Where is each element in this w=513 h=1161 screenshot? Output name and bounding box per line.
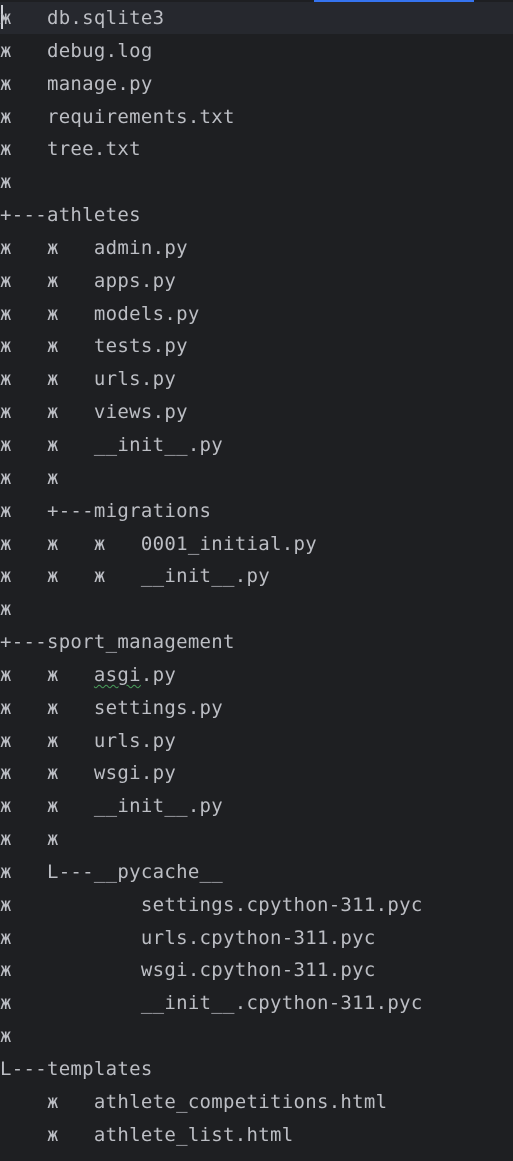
- code-line[interactable]: ж tree.txt: [0, 133, 423, 166]
- code-line[interactable]: ж ж wsgi.py: [0, 757, 423, 790]
- code-line[interactable]: ж ж: [0, 462, 423, 495]
- code-line[interactable]: ж ж tests.py: [0, 330, 423, 363]
- spell-check-squiggle: asgi: [93, 663, 141, 686]
- code-line[interactable]: ж: [0, 1020, 423, 1053]
- code-line[interactable]: +---sport_management: [0, 626, 423, 659]
- code-line[interactable]: ж settings.cpython-311.pyc: [0, 889, 423, 922]
- code-line[interactable]: ж wsgi.cpython-311.pyc: [0, 954, 423, 987]
- code-editor[interactable]: ж db.sqlite3 ж debug.log ж manage.py ж r…: [0, 0, 513, 1161]
- code-line[interactable]: ж urls.cpython-311.pyc: [0, 922, 423, 955]
- editor-lines[interactable]: ж db.sqlite3 ж debug.log ж manage.py ж r…: [0, 2, 423, 1152]
- code-line[interactable]: ж ж ж __init__.py: [0, 560, 423, 593]
- code-line[interactable]: ж ж: [0, 823, 423, 856]
- code-line[interactable]: ж +---migrations: [0, 495, 423, 528]
- code-line[interactable]: ж ж admin.py: [0, 232, 423, 265]
- code-line[interactable]: ж manage.py: [0, 68, 423, 101]
- code-line[interactable]: ж ж asgi.py: [0, 659, 423, 692]
- code-line[interactable]: ж athlete_list.html: [0, 1119, 423, 1152]
- code-line[interactable]: L---templates: [0, 1053, 423, 1086]
- code-line[interactable]: ж: [0, 166, 423, 199]
- code-line[interactable]: ж ж ж 0001_initial.py: [0, 528, 423, 561]
- code-line[interactable]: ж ж __init__.py: [0, 429, 423, 462]
- code-line[interactable]: ж: [0, 593, 423, 626]
- code-line[interactable]: ж ж settings.py: [0, 692, 423, 725]
- code-line[interactable]: ж ж views.py: [0, 396, 423, 429]
- code-line[interactable]: ж ж __init__.py: [0, 790, 423, 823]
- code-line[interactable]: ж debug.log: [0, 35, 423, 68]
- code-line[interactable]: ж L---__pycache__: [0, 856, 423, 889]
- code-line[interactable]: ж requirements.txt: [0, 101, 423, 134]
- code-line[interactable]: ж ж models.py: [0, 298, 423, 331]
- code-line[interactable]: ж ж apps.py: [0, 265, 423, 298]
- code-line[interactable]: ж athlete_competitions.html: [0, 1086, 423, 1119]
- code-line[interactable]: ж db.sqlite3: [0, 2, 423, 35]
- code-line[interactable]: ж ж urls.py: [0, 363, 423, 396]
- code-line[interactable]: ж __init__.cpython-311.pyc: [0, 987, 423, 1020]
- code-line[interactable]: ж ж urls.py: [0, 725, 423, 758]
- code-line[interactable]: +---athletes: [0, 199, 423, 232]
